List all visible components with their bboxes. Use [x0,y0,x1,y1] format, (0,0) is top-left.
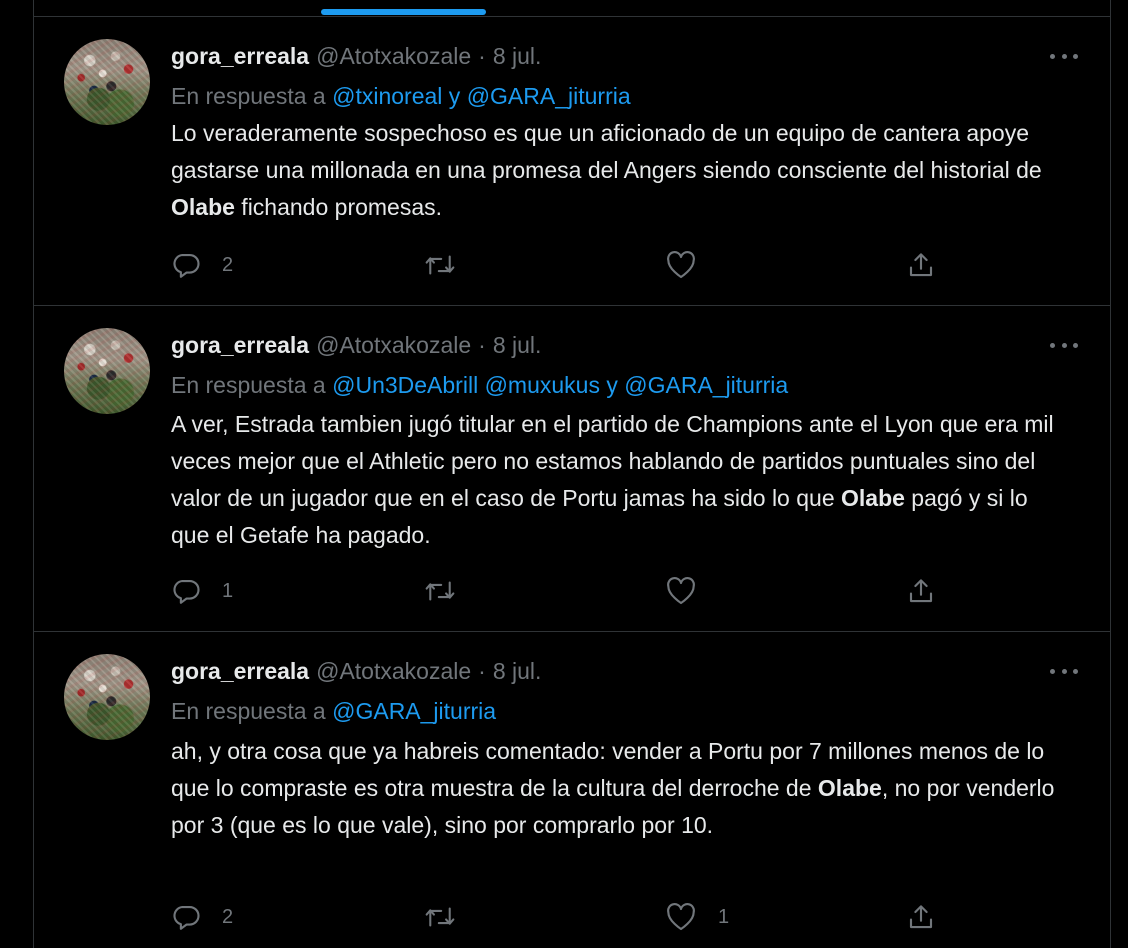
reply-button[interactable]: 2 [171,250,233,280]
reply-context: En respuesta a @Un3DeAbrill @muxukus y @… [171,372,788,399]
tweet-header: gora_erreala @Atotxakozale · 8 jul. [171,656,541,686]
separator-dot: · [478,657,486,684]
avatar[interactable] [64,328,150,414]
reply-prefix: En respuesta a [171,83,326,109]
tweet-text-part: fichando promesas. [234,194,443,220]
more-icon [1050,342,1055,348]
more-icon [1050,668,1055,674]
user-name[interactable]: gora_erreala [171,332,309,359]
share-icon [909,905,933,929]
like-count: 1 [718,905,730,928]
tweet-date[interactable]: 8 jul. [493,658,542,685]
avatar[interactable] [64,39,150,125]
tweet-text-highlight: Olabe [841,485,905,511]
tweet-text-part: Lo veraderamente sospechoso es que un af… [171,120,1042,183]
tweet-text-highlight: Olabe [817,775,882,801]
reply-prefix: En respuesta a [171,698,326,724]
mention-link[interactable]: @Un3DeAbrill [332,372,478,398]
user-handle[interactable]: @Atotxakozale [316,332,471,359]
avatar[interactable] [64,654,150,740]
reply-context: En respuesta a @txinoreal y @GARA_jiturr… [171,83,631,110]
reply-icon [173,905,200,930]
like-icon [667,577,695,605]
reply-button[interactable]: 2 [171,902,233,932]
retweet-icon [425,255,455,275]
share-icon [909,253,933,277]
share-icon [909,579,933,603]
separator-dot: · [478,331,486,358]
mention-conjunction: y [448,83,461,109]
share-button[interactable] [905,576,937,606]
like-button[interactable]: 1 [665,902,729,932]
like-button[interactable] [665,250,718,280]
reply-context: En respuesta a @GARA_jiturria [171,698,496,725]
retweet-icon [425,581,455,601]
retweet-button[interactable] [423,576,478,606]
tweet-text: Lo veraderamente sospechoso es que un af… [171,115,1071,226]
tweet[interactable]: gora_erreala @Atotxakozale · 8 jul. En r… [33,632,1111,948]
mention-conjunction: y [606,372,618,398]
tweet-actions: 1 [171,576,951,606]
reply-icon [173,579,200,604]
reply-count: 1 [222,579,234,602]
more-options-button[interactable] [1050,659,1078,683]
tweet-date[interactable]: 8 jul. [493,332,542,359]
tweet-text: ah, y otra cosa que ya habreis comentado… [171,733,1071,844]
mention-link[interactable]: @GARA_jiturria [467,83,631,109]
tweet[interactable]: gora_erreala @Atotxakozale · 8 jul. En r… [33,306,1111,632]
reply-button[interactable]: 1 [171,576,233,606]
tweet-header: gora_erreala @Atotxakozale · 8 jul. [171,330,541,360]
retweet-button[interactable] [423,250,478,280]
tweet-header: gora_erreala @Atotxakozale · 8 jul. [171,41,541,71]
retweet-button[interactable] [423,902,478,932]
tweet-actions: 2 [171,250,951,280]
tweet-text-highlight: Olabe [171,194,235,220]
tweet-actions: 2 1 [171,902,951,932]
reply-count: 2 [222,905,234,928]
mention-link[interactable]: @GARA_jiturria [332,698,496,724]
reply-prefix: En respuesta a [171,372,326,398]
user-handle[interactable]: @Atotxakozale [316,658,471,685]
user-name[interactable]: gora_erreala [171,43,309,70]
share-button[interactable] [905,902,937,932]
more-options-button[interactable] [1050,333,1078,357]
more-icon [1050,53,1055,59]
user-handle[interactable]: @Atotxakozale [316,43,471,70]
share-button[interactable] [905,250,937,280]
like-icon [667,903,695,931]
reply-count: 2 [222,253,234,276]
more-options-button[interactable] [1050,44,1078,68]
mention-link[interactable]: @GARA_jiturria [624,372,788,398]
retweet-icon [425,907,455,927]
tweet-date[interactable]: 8 jul. [493,43,542,70]
separator-dot: · [478,42,486,69]
like-icon [667,251,695,279]
mention-link[interactable]: @txinoreal [332,83,442,109]
user-name[interactable]: gora_erreala [171,658,309,685]
like-button[interactable] [665,576,718,606]
reply-icon [173,253,200,278]
tweet-text: A ver, Estrada tambien jugó titular en e… [171,406,1071,554]
mention-link[interactable]: @muxukus [485,372,600,398]
tweet[interactable]: gora_erreala @Atotxakozale · 8 jul. En r… [33,17,1111,306]
